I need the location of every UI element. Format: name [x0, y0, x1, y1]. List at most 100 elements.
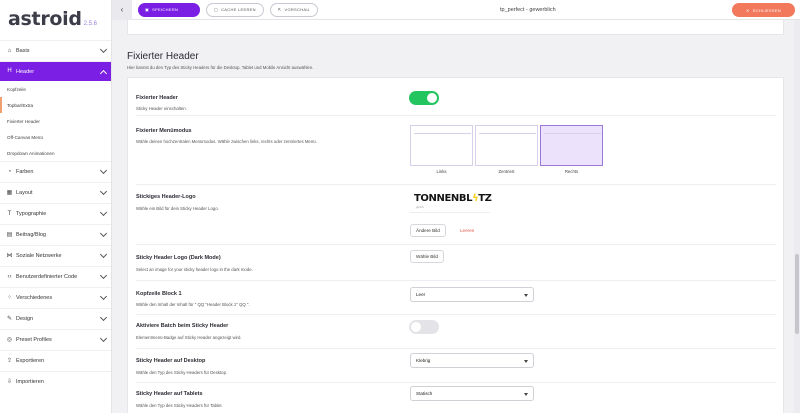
caret-down-icon	[524, 393, 528, 396]
app-logo[interactable]: astroid 2.5.6	[0, 0, 111, 40]
close-button[interactable]: ✕ SCHLIESSEN	[732, 3, 795, 17]
menu-mode-option-left[interactable]: Links	[410, 125, 473, 174]
select-value: Statisch	[416, 391, 433, 396]
previous-section-card	[127, 20, 784, 35]
sidebar-item-blog[interactable]: ▤ Beitrag/Blog	[0, 224, 111, 245]
sticky-header-desc: Sticky Header einschalten.	[136, 106, 187, 111]
clear-image-link[interactable]: Leeren	[460, 228, 474, 233]
type-icon: T	[7, 210, 12, 217]
batch-sticky-desc: Elementmenü-Badge auf Sticky Header ange…	[136, 335, 242, 340]
chevron-down-icon	[99, 208, 108, 217]
settings-card: Fixierter Header Sticky Header einschalt…	[127, 77, 784, 413]
select-value: Leer	[416, 292, 426, 297]
row-sticky-desktop: Sticky Header auf Desktop Wähle den Typ …	[136, 349, 776, 383]
share-icon: ⋈	[6, 252, 13, 259]
template-title: tp_perfect - gewerblich	[500, 6, 556, 13]
sticky-desktop-desc: Wähle den Typ des Sticky Headers für Des…	[136, 370, 228, 375]
option-bar	[479, 129, 536, 134]
blog-icon: ▤	[6, 231, 13, 238]
import-icon: ⇩	[6, 378, 13, 385]
sidebar-item-brush[interactable]: ✎ Design	[0, 308, 111, 329]
sticky-header-label: Fixierter Header	[136, 95, 178, 101]
change-image-button[interactable]: Ändere Bild	[410, 224, 446, 237]
app-name: astroid	[8, 8, 82, 30]
brush-icon: ✎	[6, 315, 13, 322]
export-icon: ⇪	[6, 357, 13, 364]
header-icon: H	[7, 68, 12, 74]
sidebar-item-label: Beitrag/Blog	[16, 232, 46, 238]
option-frame	[540, 125, 603, 166]
sidebar-item-label: Importieren	[16, 379, 44, 385]
header-block-1-label: Kopfzeile Block 1	[136, 291, 182, 297]
page-scrollbar[interactable]	[794, 20, 800, 413]
clear-cache-button[interactable]: ▢ CACHE LEEREN	[206, 2, 264, 17]
sidebar-subitem[interactable]: Kopfzeile	[0, 81, 111, 97]
sidebar-item-label: Layout	[16, 190, 33, 196]
menu-mode-option-right[interactable]: Rechts	[540, 125, 603, 174]
sidebar-item-layout[interactable]: ▦ Layout	[0, 182, 111, 203]
sidebar-item-profiles[interactable]: ◎ Preset Profiles	[0, 329, 111, 350]
sticky-tablet-label: Sticky Header auf Tablets	[136, 391, 203, 397]
misc-icon: ⁘	[6, 294, 13, 301]
option-frame	[475, 125, 538, 166]
chevron-down-icon	[99, 45, 108, 54]
main-content: Fixierter Header Hier kannst du den Typ …	[112, 20, 800, 413]
option-caption: Links	[436, 169, 447, 174]
home-icon: ⌂	[7, 47, 12, 54]
chevron-down-icon	[99, 250, 108, 259]
batch-sticky-toggle[interactable]	[409, 320, 439, 334]
sidebar-item-palette[interactable]: ◔ Farben	[0, 161, 111, 182]
sidebar: astroid 2.5.6 ⌂ Basis H Header Kopfzeile Topba…	[0, 0, 112, 413]
option-frame	[410, 125, 473, 166]
sidebar-item-home[interactable]: ⌂ Basis	[0, 40, 111, 61]
sticky-tablet-desc: Wähle den Typ des Sticky Headers für Tab…	[136, 403, 223, 408]
preview-button[interactable]: ⇱ VORSCHAU	[269, 2, 318, 17]
profiles-icon: ◎	[6, 336, 13, 343]
chevron-down-icon	[99, 334, 108, 343]
logo-wordmark: TONNENBLϟTZ	[414, 193, 492, 204]
sidebar-item-label: Typographie	[16, 211, 47, 217]
sticky-logo-desc: Wähle ein Bild für dein Sticky Header Lo…	[136, 206, 219, 211]
header-block-1-select[interactable]: Leer	[410, 287, 534, 302]
chevron-down-icon	[99, 69, 108, 78]
sidebar-subitem[interactable]: Topbar/Extra	[0, 97, 111, 113]
choose-image-button[interactable]: Wähle Bild	[410, 250, 444, 263]
row-sticky-header: Fixierter Header Sticky Header einschalt…	[136, 78, 776, 116]
scrollbar-thumb[interactable]	[795, 254, 799, 334]
sticky-desktop-select[interactable]: Klebrig	[410, 353, 534, 368]
menu-mode-option-center[interactable]: Zentriert	[475, 125, 538, 174]
sticky-logo-dark-desc: Select an image for your sticky header l…	[136, 267, 253, 272]
external-link-icon: ⇱	[277, 7, 282, 12]
layout-icon: ▦	[6, 189, 13, 196]
chevron-down-icon	[99, 166, 108, 175]
sidebar-item-label: Farben	[16, 169, 34, 175]
preview-label: VORSCHAU	[284, 7, 310, 12]
sticky-header-toggle[interactable]	[409, 91, 439, 105]
row-batch-sticky: Aktiviere Batch beim Sticky Header Eleme…	[136, 315, 776, 349]
sidebar-subitem[interactable]: Off-Canvas Menü	[0, 129, 111, 145]
save-icon: ▣	[145, 7, 150, 12]
sidebar-subitem[interactable]: Dropdown Animationen	[0, 145, 111, 161]
option-bar	[414, 129, 471, 134]
sidebar-item-code[interactable]: ‹› Benutzerdefinierter Code	[0, 266, 111, 287]
close-label: SCHLIESSEN	[752, 7, 781, 13]
sidebar-item-share[interactable]: ⋈ Soziale Netzwerke	[0, 245, 111, 266]
sidebar-item-import[interactable]: ⇩ Importieren	[0, 371, 111, 392]
code-icon: ‹›	[7, 273, 12, 280]
chevron-down-icon	[99, 292, 108, 301]
sidebar-item-export[interactable]: ⇪ Exportieren	[0, 350, 111, 371]
save-button[interactable]: ▣ SPEICHERN	[138, 2, 200, 17]
sidebar-item-label: Design	[16, 316, 34, 322]
row-sticky-logo: Stickiges Header-Logo Wähle ein Bild für…	[136, 185, 776, 245]
back-button[interactable]: ‹	[112, 0, 132, 20]
section-title: Fixierter Header	[127, 51, 199, 62]
sidebar-subitem[interactable]: Fixierter Header	[0, 113, 111, 129]
sticky-tablet-select[interactable]: Statisch	[410, 386, 534, 401]
trash-icon: ▢	[214, 7, 219, 12]
save-label: SPEICHERN	[152, 7, 179, 12]
sidebar-item-header[interactable]: H Header	[0, 61, 111, 81]
sidebar-item-type[interactable]: T Typographie	[0, 203, 111, 224]
sticky-logo-preview: TONNENBLϟTZ gmbh	[410, 188, 492, 213]
sidebar-item-misc[interactable]: ⁘ Verschiedenes	[0, 287, 111, 308]
chevron-left-icon: ‹	[120, 5, 124, 14]
